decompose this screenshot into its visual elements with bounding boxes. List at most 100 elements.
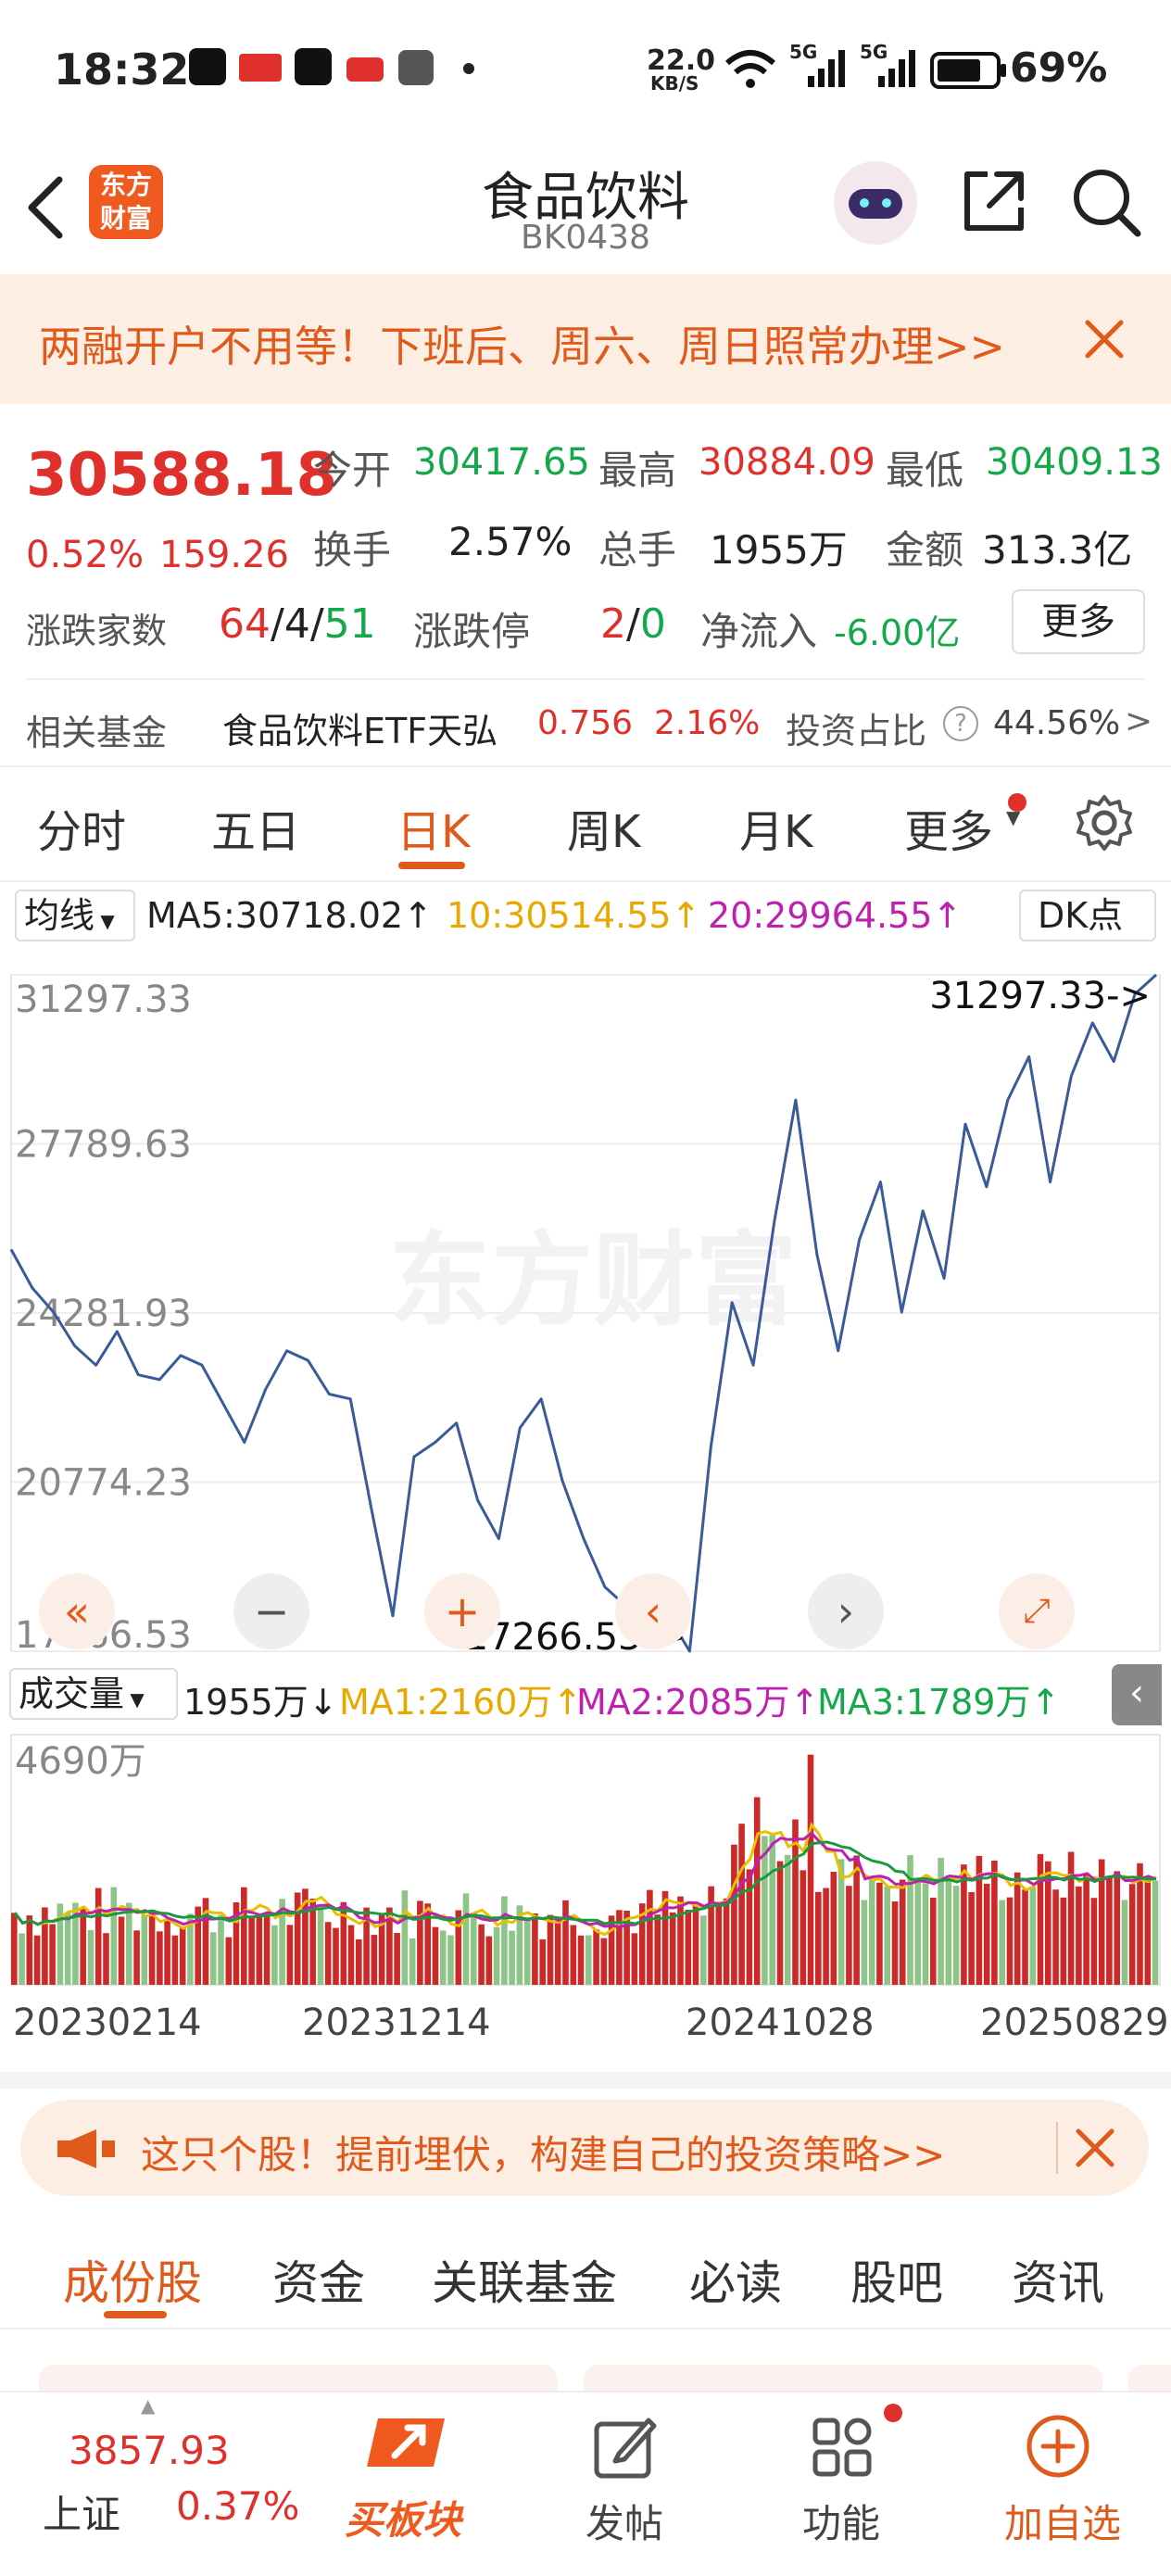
bottom-nav: ▲ 3857.93 上证 0.37% 买板块 发帖 功能 加自选 <box>0 2391 1171 2576</box>
volume-bar <box>256 1915 263 1985</box>
prev-button[interactable]: ‹ <box>615 1573 691 1649</box>
price-tick-label: 27789.63 <box>15 1124 192 1167</box>
volume-bar <box>784 1854 791 1985</box>
fund-name[interactable]: 食品饮料ETF天弘 <box>222 702 497 753</box>
zoom-in-button[interactable]: + <box>424 1573 500 1649</box>
volume-bar <box>263 1914 271 1985</box>
index-name: 上证 <box>43 2492 121 2537</box>
volume-bar <box>87 1929 94 1985</box>
volume-ma2: MA2:2085万↑ <box>576 1682 820 1723</box>
tab-daily-k[interactable]: 日K <box>397 795 470 860</box>
volume-bar <box>677 1896 684 1985</box>
volume-bar <box>371 1935 378 1985</box>
volume-bar <box>493 1926 500 1985</box>
notification-dot <box>1008 793 1026 812</box>
volume-chart[interactable]: 4690万 <box>0 1729 1171 1989</box>
volume-bar <box>103 1933 109 1985</box>
tab-related-funds[interactable]: 关联基金 <box>432 2246 617 2313</box>
volume-bar <box>815 1891 822 1985</box>
volume-bar <box>776 1861 784 1985</box>
volume-select[interactable]: 成交量 ▼ <box>9 1668 178 1720</box>
assistant-robot-icon[interactable] <box>834 161 917 245</box>
volume-bar <box>830 1872 837 1985</box>
tab-news[interactable]: 资讯 <box>1012 2246 1104 2313</box>
next-button[interactable]: › <box>808 1573 884 1649</box>
date-tick: 20230214 <box>13 2001 202 2044</box>
tab-constituents[interactable]: 成份股 <box>63 2246 202 2313</box>
ma20-value: 20:29964.55↑ <box>708 895 963 936</box>
volume-bar <box>876 1882 883 1985</box>
active-tab-indicator <box>104 2311 167 2318</box>
close-icon[interactable] <box>1084 319 1125 360</box>
date-tick: 20250829 <box>980 2001 1169 2044</box>
ma-select[interactable]: 均线 ▼ <box>15 890 135 941</box>
more-button[interactable]: 更多 <box>1012 589 1145 654</box>
tab-capital[interactable]: 资金 <box>272 2246 365 2313</box>
help-icon[interactable]: ? <box>943 706 978 741</box>
tab-forum[interactable]: 股吧 <box>850 2246 943 2313</box>
limit-up: 2 <box>600 600 626 648</box>
date-tick: 20241028 <box>686 2001 875 2044</box>
function-grid-icon[interactable] <box>810 2415 875 2480</box>
volume-bar <box>141 1914 148 1985</box>
volume-bar <box>968 1891 975 1985</box>
post-label[interactable]: 发帖 <box>586 2493 663 2549</box>
collapse-panel-button[interactable]: ‹ <box>1112 1664 1162 1725</box>
volume-bar <box>700 1915 707 1985</box>
price-chart[interactable]: 31297.3327789.6324281.9320774.2317266.53… <box>0 945 1171 1664</box>
zoom-out-button[interactable]: − <box>233 1573 309 1649</box>
index-pct: 0.37% <box>176 2483 300 2529</box>
volume-bar <box>1014 1872 1021 1985</box>
add-watchlist-icon[interactable] <box>1025 2413 1091 2480</box>
limit-sep: / <box>626 600 640 648</box>
promo-banner[interactable]: 两融开户不用等！下班后、周六、周日照常办理>> <box>0 274 1171 404</box>
tab-more[interactable]: 更多 <box>904 795 993 860</box>
volume-bar <box>209 1932 217 1985</box>
tab-five-day[interactable]: 五日 <box>211 795 300 860</box>
volume-bar <box>715 1903 723 1985</box>
dk-point-select[interactable]: DK点 <box>1019 890 1156 941</box>
volume-ma1: MA1:2160万↑ <box>339 1682 583 1723</box>
buy-board-icon[interactable] <box>367 2409 452 2476</box>
volume-bar <box>570 1925 577 1985</box>
fullscreen-icon[interactable]: ⤢ <box>999 1573 1075 1649</box>
volume-bar <box>509 1930 515 1985</box>
volume-bar <box>19 1933 25 1985</box>
change-amount: 159.26 <box>159 534 289 576</box>
breadth-flat: 4 <box>283 600 310 648</box>
add-watchlist-label[interactable]: 加自选 <box>1004 2493 1121 2549</box>
volume-bar <box>654 1914 661 1985</box>
share-icon[interactable] <box>960 167 1028 235</box>
tab-intraday[interactable]: 分时 <box>37 795 126 860</box>
volume-bar <box>42 1907 48 1985</box>
volume-bar <box>800 1870 807 1985</box>
settings-gear-icon[interactable] <box>1075 793 1134 852</box>
volume-bar <box>823 1888 829 1985</box>
volume-bar <box>938 1858 944 1985</box>
wifi-icon <box>725 50 775 88</box>
post-edit-icon[interactable] <box>593 2415 658 2480</box>
buy-board-label[interactable]: 买板块 <box>345 2489 461 2545</box>
search-icon[interactable] <box>1071 167 1143 239</box>
breadth-down: 51 <box>323 600 376 648</box>
breadth-values: 64/4/51 <box>219 600 376 648</box>
volume-bar <box>347 1925 355 1985</box>
volume-bar <box>309 1899 316 1985</box>
tab-weekly-k[interactable]: 周K <box>567 795 640 860</box>
volume-label: 总手 <box>598 527 677 573</box>
function-label[interactable]: 功能 <box>802 2493 880 2549</box>
tab-must-read[interactable]: 必读 <box>689 2246 782 2313</box>
index-value[interactable]: 3857.93 <box>69 2428 230 2473</box>
volume-bar <box>914 1882 922 1985</box>
ma-select-label: 均线 <box>24 895 95 936</box>
ad-banner[interactable]: 这只个股！提前埋伏，构建自己的投资策略>> <box>20 2100 1149 2196</box>
low-label: 最低 <box>886 448 964 493</box>
close-icon[interactable] <box>1075 2128 1115 2168</box>
volume-bar <box>547 1914 554 1985</box>
rewind-button[interactable]: « <box>39 1573 115 1649</box>
tab-monthly-k[interactable]: 月K <box>739 795 812 860</box>
fund-arrow[interactable]: > <box>1125 702 1152 740</box>
volume-bar <box>1106 1875 1113 1985</box>
volume-bar <box>577 1935 585 1985</box>
volume-bar <box>271 1925 278 1985</box>
